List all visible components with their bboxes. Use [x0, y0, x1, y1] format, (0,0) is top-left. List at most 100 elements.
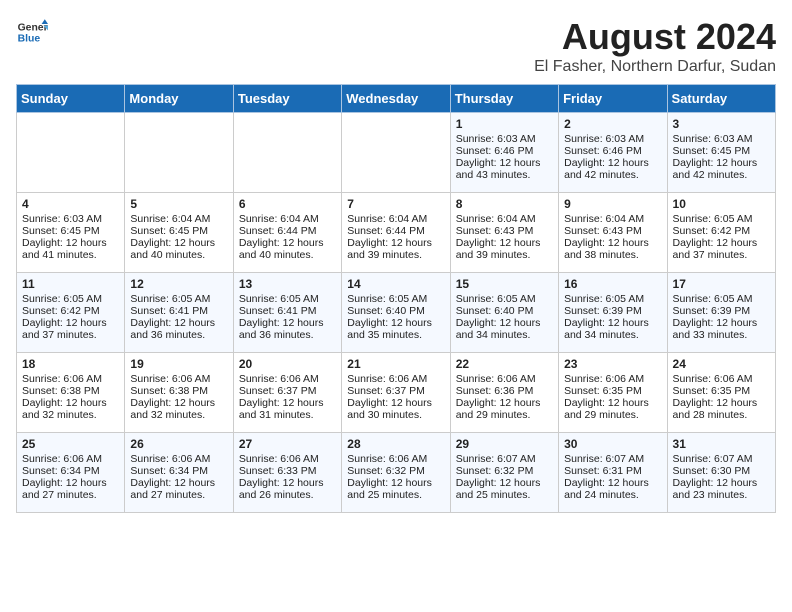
day-info-line: Sunset: 6:38 PM	[22, 385, 119, 397]
header-cell-friday: Friday	[559, 85, 667, 113]
calendar-cell	[17, 113, 125, 193]
day-info-line: and 39 minutes.	[347, 249, 444, 261]
day-info-line: Sunrise: 6:03 AM	[564, 133, 661, 145]
day-info-line: Sunset: 6:35 PM	[673, 385, 770, 397]
calendar-week-1: 1Sunrise: 6:03 AMSunset: 6:46 PMDaylight…	[17, 113, 776, 193]
calendar-cell: 25Sunrise: 6:06 AMSunset: 6:34 PMDayligh…	[17, 433, 125, 513]
day-info-line: Sunrise: 6:04 AM	[130, 213, 227, 225]
day-info-line: and 36 minutes.	[130, 329, 227, 341]
day-info-line: Sunset: 6:40 PM	[456, 305, 553, 317]
day-info-line: and 35 minutes.	[347, 329, 444, 341]
day-info-line: and 39 minutes.	[456, 249, 553, 261]
day-info-line: Sunrise: 6:06 AM	[347, 373, 444, 385]
day-number: 2	[564, 117, 661, 131]
day-info-line: and 37 minutes.	[22, 329, 119, 341]
day-info-line: Sunset: 6:31 PM	[564, 465, 661, 477]
day-number: 13	[239, 277, 336, 291]
day-number: 31	[673, 437, 770, 451]
calendar-week-3: 11Sunrise: 6:05 AMSunset: 6:42 PMDayligh…	[17, 273, 776, 353]
day-info-line: Sunrise: 6:05 AM	[564, 293, 661, 305]
day-number: 11	[22, 277, 119, 291]
day-info-line: and 25 minutes.	[347, 489, 444, 501]
day-info-line: Daylight: 12 hours	[22, 237, 119, 249]
day-info-line: and 42 minutes.	[564, 169, 661, 181]
day-info-line: Sunset: 6:45 PM	[22, 225, 119, 237]
day-info-line: Sunset: 6:38 PM	[130, 385, 227, 397]
day-info-line: Daylight: 12 hours	[347, 317, 444, 329]
day-info-line: Daylight: 12 hours	[239, 317, 336, 329]
day-info-line: Sunrise: 6:05 AM	[673, 293, 770, 305]
day-info-line: Sunset: 6:44 PM	[347, 225, 444, 237]
day-info-line: and 26 minutes.	[239, 489, 336, 501]
day-info-line: Daylight: 12 hours	[130, 477, 227, 489]
page-title: August 2024	[534, 16, 776, 58]
day-info-line: Sunrise: 6:06 AM	[22, 373, 119, 385]
day-info-line: Sunrise: 6:05 AM	[22, 293, 119, 305]
svg-text:General: General	[18, 22, 48, 33]
calendar-cell: 11 Sunrise: 6:05 AMSunset: 6:42 PMDayligh…	[17, 273, 125, 353]
day-number: 12	[130, 277, 227, 291]
day-info-line: Daylight: 12 hours	[239, 397, 336, 409]
day-info-line: Daylight: 12 hours	[564, 237, 661, 249]
day-info-line: Daylight: 12 hours	[456, 157, 553, 169]
day-info-line: and 43 minutes.	[456, 169, 553, 181]
day-info-line: Sunrise: 6:07 AM	[673, 453, 770, 465]
day-number: 3	[673, 117, 770, 131]
header-cell-sunday: Sunday	[17, 85, 125, 113]
day-info-line: Sunset: 6:41 PM	[239, 305, 336, 317]
day-info-line: Daylight: 12 hours	[130, 397, 227, 409]
calendar-cell	[233, 113, 341, 193]
day-info-line: Sunset: 6:32 PM	[347, 465, 444, 477]
calendar-cell: 22Sunrise: 6:06 AMSunset: 6:36 PMDayligh…	[450, 353, 558, 433]
day-info-line: Daylight: 12 hours	[564, 477, 661, 489]
day-info-line: Daylight: 12 hours	[22, 397, 119, 409]
calendar-cell	[125, 113, 233, 193]
calendar-cell: 26Sunrise: 6:06 AMSunset: 6:34 PMDayligh…	[125, 433, 233, 513]
day-number: 5	[130, 197, 227, 211]
calendar-cell: 20Sunrise: 6:06 AMSunset: 6:37 PMDayligh…	[233, 353, 341, 433]
calendar-cell: 18Sunrise: 6:06 AMSunset: 6:38 PMDayligh…	[17, 353, 125, 433]
day-info-line: Sunset: 6:46 PM	[564, 145, 661, 157]
day-info-line: Sunset: 6:46 PM	[456, 145, 553, 157]
day-info-line: Sunset: 6:42 PM	[22, 305, 119, 317]
calendar-cell: 27Sunrise: 6:06 AMSunset: 6:33 PMDayligh…	[233, 433, 341, 513]
calendar-cell: 29Sunrise: 6:07 AMSunset: 6:32 PMDayligh…	[450, 433, 558, 513]
page-subtitle: El Fasher, Northern Darfur, Sudan	[534, 58, 776, 76]
calendar-cell: 7Sunrise: 6:04 AMSunset: 6:44 PMDaylight…	[342, 193, 450, 273]
calendar-cell: 17Sunrise: 6:05 AMSunset: 6:39 PMDayligh…	[667, 273, 775, 353]
calendar-cell	[342, 113, 450, 193]
day-number: 10	[673, 197, 770, 211]
day-info-line: and 29 minutes.	[564, 409, 661, 421]
calendar-cell: 1Sunrise: 6:03 AMSunset: 6:46 PMDaylight…	[450, 113, 558, 193]
day-info-line: Sunset: 6:41 PM	[130, 305, 227, 317]
day-info-line: and 29 minutes.	[456, 409, 553, 421]
day-info-line: and 32 minutes.	[130, 409, 227, 421]
calendar-cell: 15Sunrise: 6:05 AMSunset: 6:40 PMDayligh…	[450, 273, 558, 353]
day-info-line: Sunset: 6:43 PM	[564, 225, 661, 237]
day-info-line: Sunset: 6:39 PM	[673, 305, 770, 317]
calendar-cell: 8Sunrise: 6:04 AMSunset: 6:43 PMDaylight…	[450, 193, 558, 273]
day-info-line: and 24 minutes.	[564, 489, 661, 501]
calendar-cell: 6Sunrise: 6:04 AMSunset: 6:44 PMDaylight…	[233, 193, 341, 273]
day-info-line: Sunset: 6:42 PM	[673, 225, 770, 237]
day-number: 9	[564, 197, 661, 211]
day-info-line: and 33 minutes.	[673, 329, 770, 341]
day-info-line: Sunset: 6:44 PM	[239, 225, 336, 237]
day-info-line: and 28 minutes.	[673, 409, 770, 421]
day-info-line: and 31 minutes.	[239, 409, 336, 421]
day-info-line: and 41 minutes.	[22, 249, 119, 261]
day-info-line: Sunrise: 6:05 AM	[347, 293, 444, 305]
day-info-line: Daylight: 12 hours	[22, 317, 119, 329]
day-info-line: Sunset: 6:40 PM	[347, 305, 444, 317]
calendar-week-4: 18Sunrise: 6:06 AMSunset: 6:38 PMDayligh…	[17, 353, 776, 433]
calendar-cell: 12Sunrise: 6:05 AMSunset: 6:41 PMDayligh…	[125, 273, 233, 353]
day-number: 23	[564, 357, 661, 371]
day-info-line: Sunrise: 6:06 AM	[673, 373, 770, 385]
day-info-line: Daylight: 12 hours	[456, 317, 553, 329]
day-number: 30	[564, 437, 661, 451]
day-number: 14	[347, 277, 444, 291]
day-info-line: Sunrise: 6:04 AM	[239, 213, 336, 225]
header-cell-monday: Monday	[125, 85, 233, 113]
day-info-line: and 42 minutes.	[673, 169, 770, 181]
day-info-line: and 40 minutes.	[239, 249, 336, 261]
